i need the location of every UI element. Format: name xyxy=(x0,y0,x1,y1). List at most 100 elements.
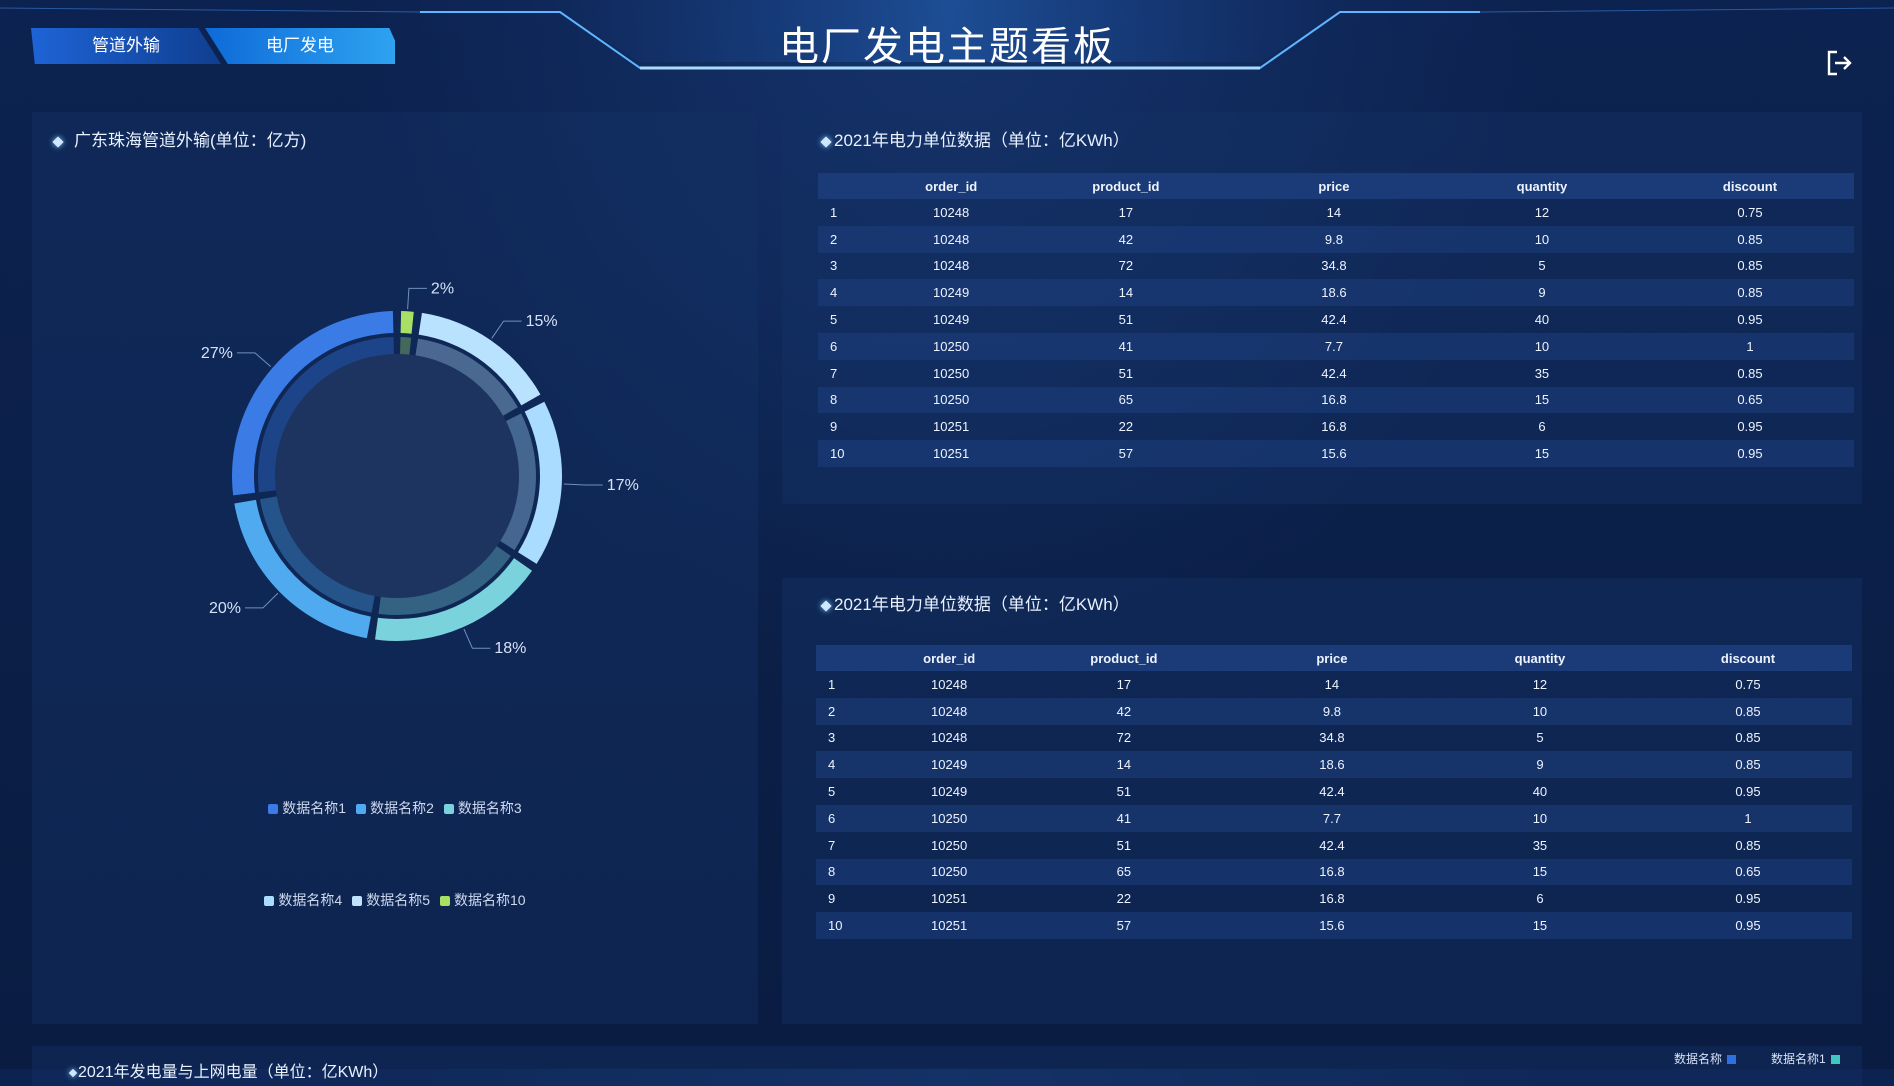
table-cell: 72 xyxy=(1118,258,1134,274)
table-cell: 10 xyxy=(818,440,881,467)
table-row: 8 10250 65 16.8 15 0.65 xyxy=(816,858,1852,886)
table-cell: 16.8 xyxy=(1319,891,1345,907)
table-row: 8 10250 65 16.8 15 0.65 xyxy=(818,386,1854,414)
legend-swatch xyxy=(1727,1055,1737,1064)
legend-item[interactable]: 数据名称3 xyxy=(443,798,522,818)
table-cell: 10 xyxy=(1437,225,1646,253)
table-cell: 0.85 xyxy=(1735,730,1761,746)
table-cell: 2 xyxy=(816,697,879,725)
table-cell: 1 xyxy=(830,204,838,220)
legend-label: 数据名称5 xyxy=(366,892,430,908)
slice-percent-label: 20% xyxy=(209,600,241,617)
table-cell: 5 xyxy=(828,784,836,800)
table-cell: 57 xyxy=(1019,912,1228,939)
panel-title: 2021年电力单位数据（单位：亿KWh） xyxy=(820,590,1130,615)
diamond-icon xyxy=(820,135,832,148)
table-row: 2 10248 42 9.8 10 0.85 xyxy=(818,225,1854,253)
table-cell: 0.85 xyxy=(1645,279,1854,307)
legend-swatch xyxy=(443,804,454,814)
table-cell: 3 xyxy=(830,258,838,274)
table-cell: 15.6 xyxy=(1229,440,1438,467)
legend-row-1: 数据名称1 数据名称2 数据名称3 xyxy=(32,798,758,818)
column-header: discount xyxy=(1643,645,1852,671)
table-cell: 10248 xyxy=(931,676,968,692)
table-cell: 42.4 xyxy=(1319,784,1345,800)
table-cell: 15 xyxy=(1435,858,1644,886)
table-cell: 65 xyxy=(1019,858,1228,886)
table-cell: 35 xyxy=(1532,837,1548,853)
legend-swatch xyxy=(440,896,450,906)
donut-slice-1[interactable] xyxy=(400,311,414,334)
logout-icon[interactable] xyxy=(1824,48,1854,78)
table-cell: 57 xyxy=(1021,440,1230,467)
legend-item[interactable]: 数据名称5 xyxy=(352,890,430,910)
legend-item[interactable]: 数据名称2 xyxy=(356,798,434,818)
table-cell: 0.95 xyxy=(1737,419,1763,435)
table-cell: 10250 xyxy=(878,858,1020,886)
table-cell: 35 xyxy=(1534,365,1550,381)
table-cell: 10248 xyxy=(931,730,968,746)
table-cell: 16.8 xyxy=(1321,419,1347,435)
bottom-title-text: 2021年发电量与上网电量（单位：亿KWh） xyxy=(78,1064,389,1081)
tab-power-generation[interactable]: 电厂发电 xyxy=(205,28,395,64)
table-cell: 51 xyxy=(1116,837,1132,853)
table-row: 1 10248 17 14 12 0.75 xyxy=(818,199,1854,226)
table-cell: 65 xyxy=(1021,386,1230,414)
table-cell: 10251 xyxy=(880,440,1022,467)
table-cell: 7.7 xyxy=(1229,332,1438,360)
legend-label: 数据名称2 xyxy=(370,800,434,816)
table-cell: 42.4 xyxy=(1321,365,1347,381)
column-header: order_id xyxy=(880,173,1022,199)
table-cell: 22 xyxy=(1116,891,1132,907)
table-cell: 10248 xyxy=(933,204,970,220)
table-cell: 0.65 xyxy=(1643,858,1852,886)
table-cell: 0.65 xyxy=(1645,386,1854,414)
table-cell: 14 xyxy=(1324,676,1340,692)
tab-pipeline-export[interactable]: 管道外输 xyxy=(31,28,221,64)
table-row: 9 10251 22 16.8 6 0.95 xyxy=(818,413,1854,440)
table-cell: 9 xyxy=(1437,279,1646,307)
table-row: 1 10248 17 14 12 0.75 xyxy=(816,671,1852,698)
legend-item[interactable]: 数据名称10 xyxy=(440,890,526,910)
table1-title: 2021年电力单位数据（单位：亿KWh） xyxy=(834,131,1130,150)
table-cell: 4 xyxy=(816,751,879,779)
slice-percent-label: 17% xyxy=(607,477,639,494)
table-cell: 1 xyxy=(1645,332,1854,360)
label-leader-line xyxy=(407,287,427,310)
table-cell: 10248 xyxy=(933,258,970,274)
table-cell: 8 xyxy=(818,386,881,414)
table-row: 7 10250 51 42.4 35 0.85 xyxy=(818,360,1854,387)
table-row: 3 10248 72 34.8 5 0.85 xyxy=(818,253,1854,280)
legend-item[interactable]: 数据名称4 xyxy=(264,890,342,910)
table2-title: 2021年电力单位数据（单位：亿KWh） xyxy=(834,595,1130,614)
legend-label: 数据名称1 xyxy=(282,800,347,816)
table-row: 10 10251 57 15.6 15 0.95 xyxy=(816,912,1852,939)
table-header-row: order_id product_id price quantity discount xyxy=(816,645,1852,671)
table-cell: 0.95 xyxy=(1645,440,1854,467)
table-cell: 0.95 xyxy=(1735,891,1761,907)
donut-inner-slice-1 xyxy=(400,337,412,355)
table-cell: 10250 xyxy=(931,837,968,853)
left-chart-panel: 广东珠海管道外输(单位：亿方) 2% 15% 17% 18% 20% 27% 数据名称1 数… xyxy=(32,112,758,1024)
column-header xyxy=(818,173,881,199)
table-row: 6 10250 41 7.7 10 1 xyxy=(816,804,1852,832)
table-cell: 40 xyxy=(1534,312,1550,328)
table-cell: 14 xyxy=(1326,204,1342,220)
legend-swatch xyxy=(356,804,367,814)
table-cell: 0.85 xyxy=(1737,365,1763,381)
table-cell: 6 xyxy=(818,332,881,360)
table-cell: 10 xyxy=(1435,804,1644,832)
table-cell: 42.4 xyxy=(1319,837,1345,853)
table-cell: 2 xyxy=(818,225,881,253)
table-cell: 1 xyxy=(828,676,836,692)
table-cell: 42 xyxy=(1019,697,1228,725)
legend-label: 数据名称 xyxy=(1674,1052,1723,1066)
table-header-row: order_id product_id price quantity discount xyxy=(818,173,1854,199)
table-cell: 9.8 xyxy=(1229,225,1438,253)
table-cell: 72 xyxy=(1116,730,1132,746)
panel-title: 2021年电力单位数据（单位：亿KWh） xyxy=(820,126,1130,151)
legend-item[interactable]: 数据名称1 xyxy=(268,798,346,818)
donut-chart: 2% 15% 17% 18% 20% 27% xyxy=(201,280,639,657)
table-cell: 0.85 xyxy=(1643,751,1852,779)
table-cell: 5 xyxy=(830,312,838,328)
